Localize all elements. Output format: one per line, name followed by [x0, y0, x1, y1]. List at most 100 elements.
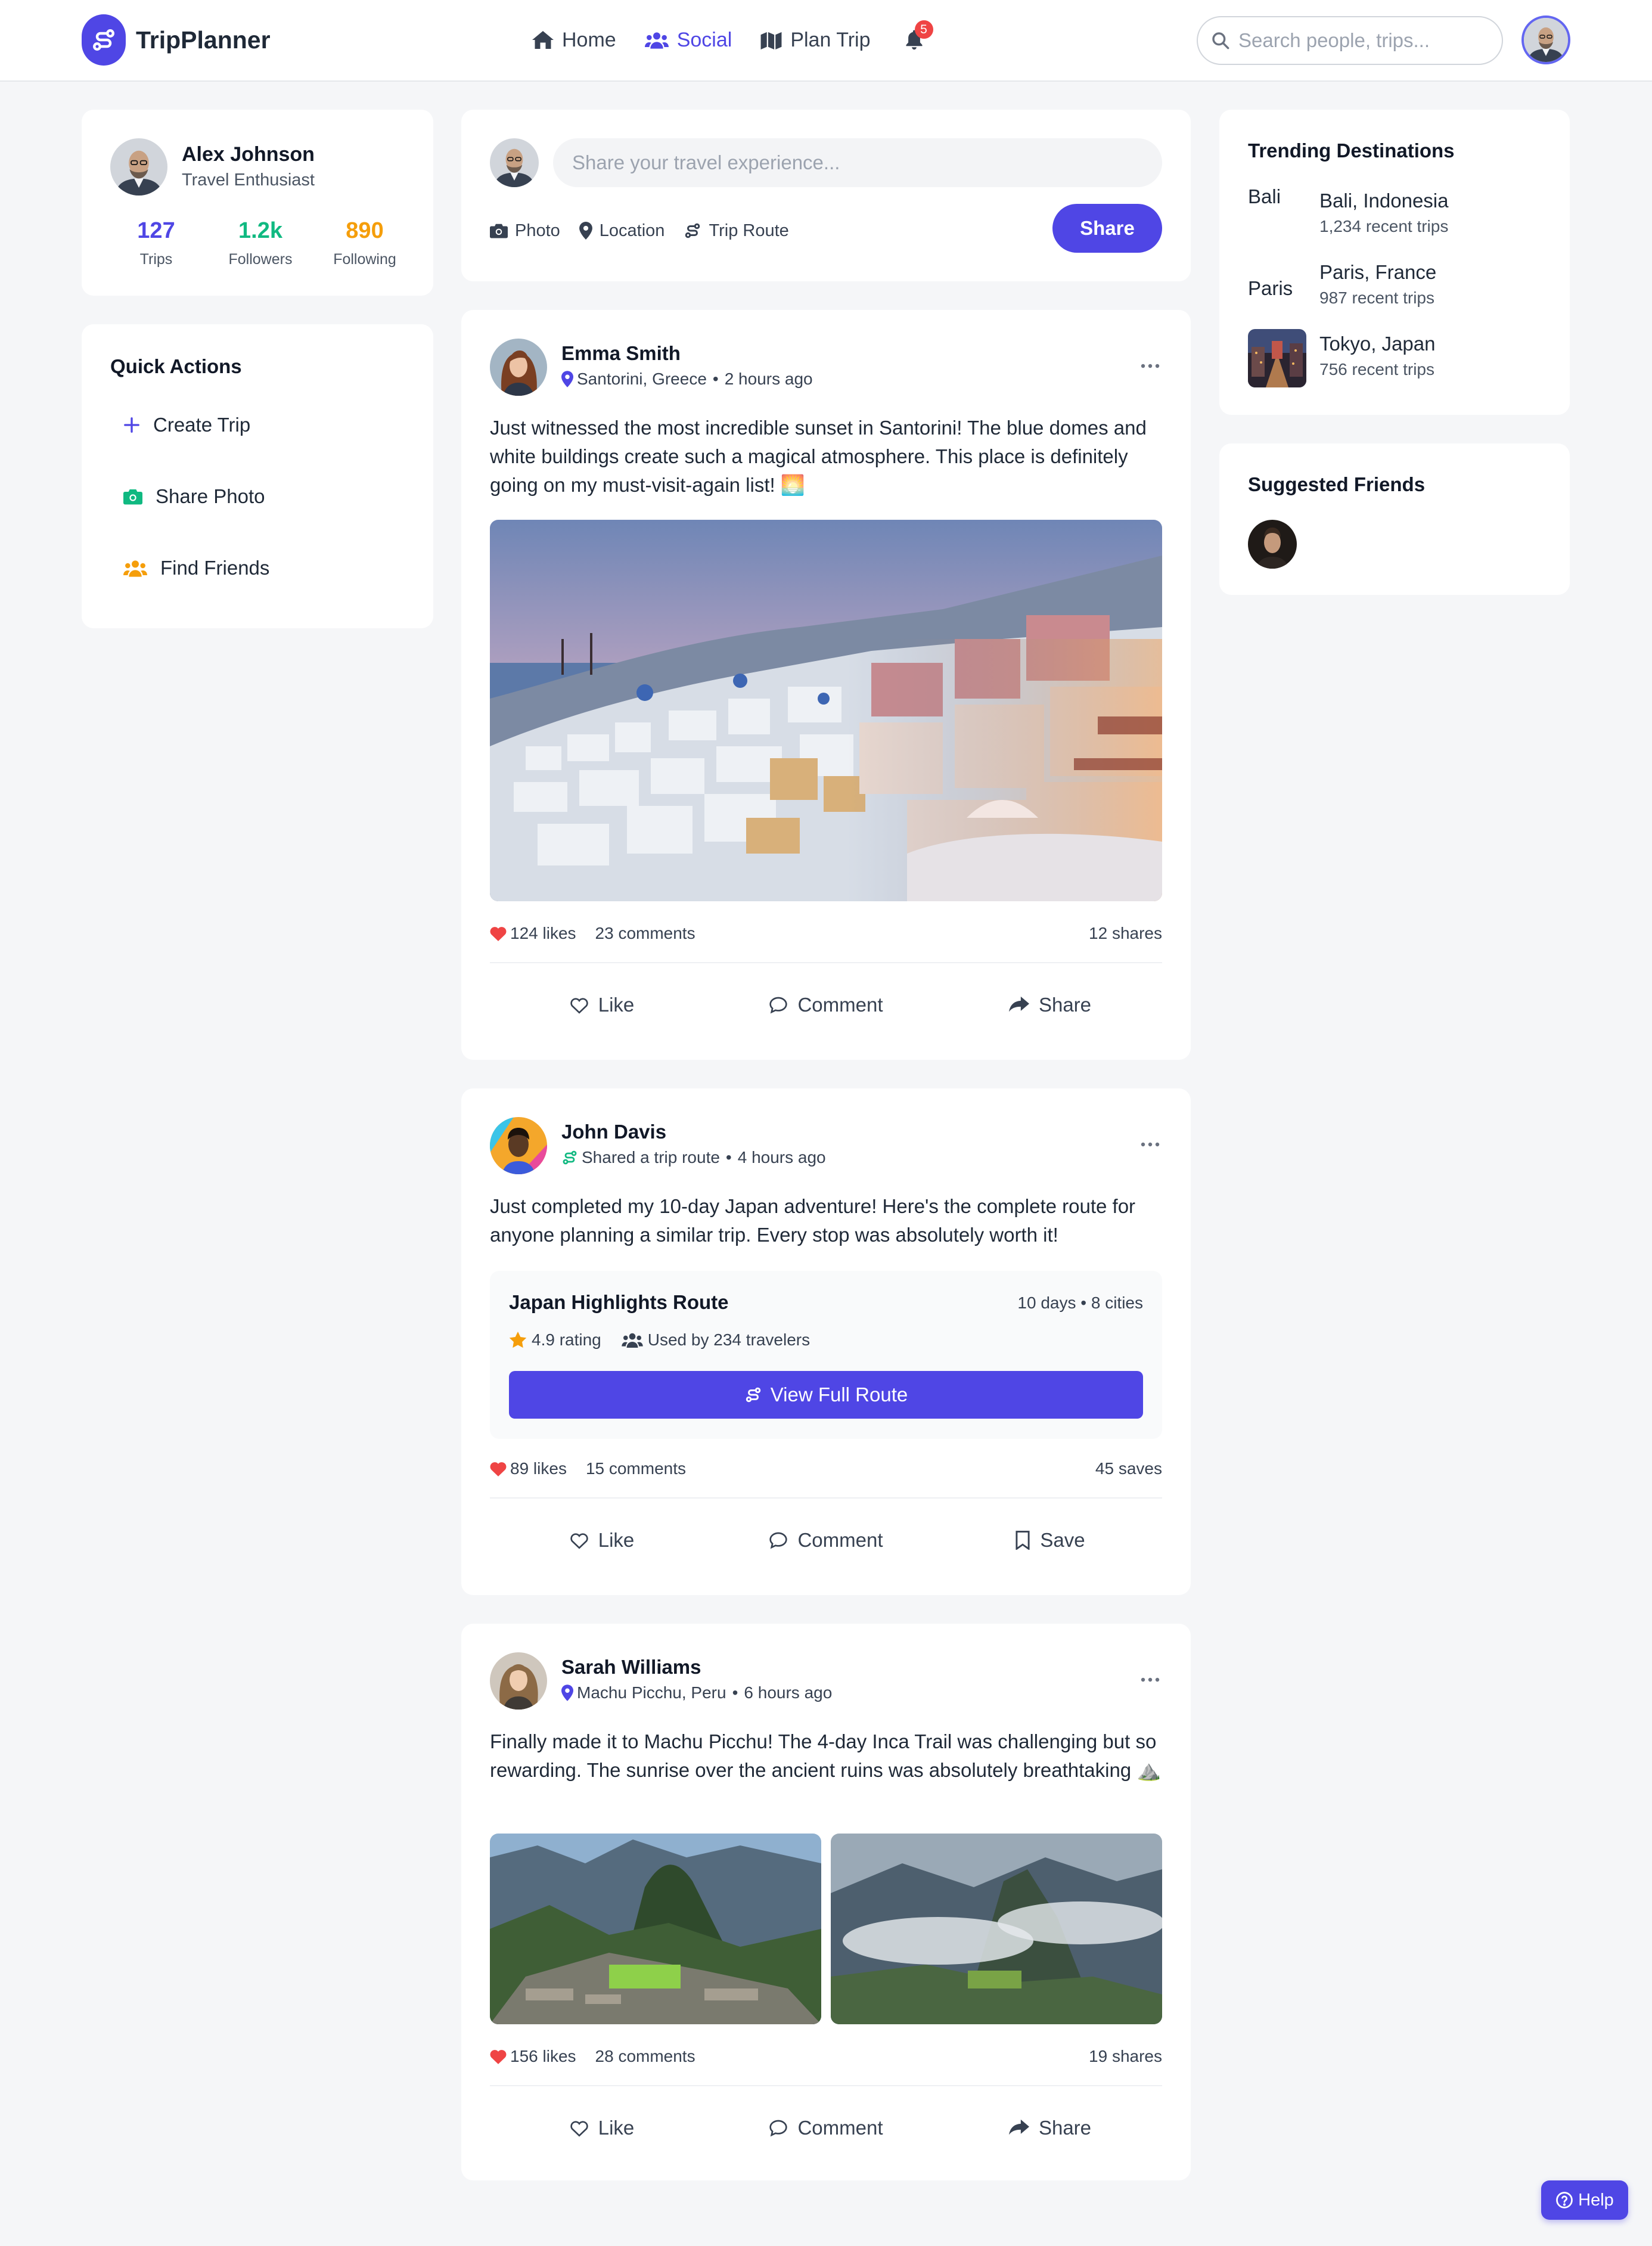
stat-label: Trips	[139, 251, 173, 268]
share-button[interactable]: Share	[938, 2110, 1162, 2146]
stat-value: 127	[137, 218, 175, 243]
comment-button[interactable]: Comment	[714, 1522, 938, 1558]
add-photo-button[interactable]: Photo	[490, 221, 560, 241]
user-avatar[interactable]	[1521, 15, 1570, 64]
stat-label: Followers	[228, 251, 293, 268]
comment-icon	[769, 997, 788, 1014]
like-label: Like	[598, 2117, 635, 2139]
divider	[490, 2085, 1162, 2086]
post-actions: Like Comment Save	[490, 1522, 1162, 1558]
comment-label: Comment	[797, 1529, 883, 1551]
add-trip-route-button[interactable]: Trip Route	[684, 221, 789, 241]
paris-thumbnail-alt: Paris	[1248, 277, 1293, 299]
plus-icon	[124, 417, 139, 433]
save-label: Save	[1040, 1529, 1085, 1551]
shares-count[interactable]: 19 shares	[1089, 2047, 1162, 2066]
bookmark-icon	[1016, 1531, 1030, 1550]
comment-button[interactable]: Comment	[714, 2110, 938, 2146]
map-icon	[760, 32, 782, 49]
likes-count[interactable]: 124 likes	[490, 924, 576, 943]
post-time: 2 hours ago	[724, 370, 813, 388]
destination-name: Bali, Indonesia	[1319, 190, 1449, 212]
post-author-name[interactable]: John Davis	[561, 1121, 666, 1143]
post-location[interactable]: Machu Picchu, Peru	[577, 1683, 726, 1702]
stat-following[interactable]: 890 Following	[314, 218, 415, 268]
stat-followers[interactable]: 1.2k Followers	[210, 218, 311, 268]
share-photo-button[interactable]: Share Photo	[123, 485, 265, 508]
trending-destinations-card: Trending Destinations Bali Bali, Indones…	[1219, 110, 1570, 415]
likes-count[interactable]: 156 likes	[490, 2047, 576, 2066]
like-button[interactable]: Like	[490, 987, 714, 1023]
post-actions: Like Comment Share	[490, 987, 1162, 1023]
comments-count[interactable]: 23 comments	[595, 924, 695, 943]
post-location[interactable]: Santorini, Greece	[577, 370, 707, 389]
comments-count[interactable]: 15 comments	[586, 1459, 686, 1478]
post-author-avatar[interactable]	[490, 1117, 547, 1174]
profile-role: Travel Enthusiast	[182, 170, 315, 190]
app-logo[interactable]: TripPlanner	[82, 14, 271, 66]
create-trip-button[interactable]: Create Trip	[123, 414, 250, 436]
search-box[interactable]	[1197, 16, 1503, 65]
composer-avatar	[490, 138, 539, 187]
post-card: John Davis Shared a trip route • 4 hours…	[461, 1088, 1191, 1595]
trending-item-paris[interactable]: Paris Paris, France 987 recent trips	[1248, 258, 1436, 316]
map-pin-icon	[561, 1684, 573, 1701]
like-label: Like	[598, 994, 635, 1016]
route-stats: 4.9 rating Used by 234 travelers	[509, 1330, 810, 1350]
add-location-label: Location	[599, 221, 665, 240]
machu-picchu-clouds-photo[interactable]	[831, 1834, 1162, 2024]
trending-item-bali[interactable]: Bali Bali, Indonesia 1,234 recent trips	[1248, 186, 1448, 244]
like-button[interactable]: Like	[490, 2110, 714, 2146]
more-options-icon[interactable]	[1138, 360, 1162, 372]
suggested-friend-avatar[interactable]	[1248, 520, 1297, 569]
like-button[interactable]: Like	[490, 1522, 714, 1558]
nav-social-label: Social	[676, 28, 732, 51]
find-friends-button[interactable]: Find Friends	[123, 557, 269, 579]
destination-trip-count: 987 recent trips	[1319, 288, 1434, 307]
profile-avatar[interactable]	[110, 138, 167, 196]
santorini-photo[interactable]	[490, 520, 1162, 901]
post-meta: Machu Picchu, Peru • 6 hours ago	[561, 1683, 832, 1702]
composer-input[interactable]	[553, 138, 1162, 187]
trip-route-card: Japan Highlights Route 10 days • 8 citie…	[490, 1271, 1162, 1439]
comment-button[interactable]: Comment	[714, 987, 938, 1023]
post-author-avatar[interactable]	[490, 1652, 547, 1710]
more-options-icon[interactable]	[1138, 1674, 1162, 1686]
stat-trips[interactable]: 127 Trips	[105, 218, 207, 268]
post-author-avatar[interactable]	[490, 339, 547, 396]
main-nav: Home Social Plan Trip 5	[532, 20, 933, 56]
destination-trip-count: 1,234 recent trips	[1319, 217, 1449, 235]
nav-home[interactable]: Home	[532, 29, 616, 52]
nav-home-label: Home	[562, 28, 616, 51]
profile-name[interactable]: Alex Johnson	[182, 143, 315, 166]
notifications-button[interactable]: 5	[899, 20, 933, 55]
meta-separator: •	[725, 1148, 732, 1167]
stat-value: 890	[346, 218, 384, 243]
add-location-button[interactable]: Location	[579, 221, 665, 241]
shares-count[interactable]: 12 shares	[1089, 924, 1162, 943]
share-post-button[interactable]: Share	[1052, 204, 1162, 253]
trending-title: Trending Destinations	[1248, 139, 1455, 162]
share-label: Share	[1038, 2117, 1092, 2139]
post-text: Just completed my 10-day Japan adventure…	[490, 1195, 1136, 1246]
view-full-route-button[interactable]: View Full Route	[509, 1371, 1143, 1419]
more-options-icon[interactable]	[1138, 1138, 1162, 1150]
share-button[interactable]: Share	[938, 987, 1162, 1023]
post-author-name[interactable]: Emma Smith	[561, 342, 681, 365]
nav-social[interactable]: Social	[644, 28, 732, 52]
likes-count[interactable]: 89 likes	[490, 1459, 567, 1478]
help-button[interactable]: Help	[1541, 2180, 1628, 2220]
save-button[interactable]: Save	[938, 1522, 1162, 1558]
saves-count[interactable]: 45 saves	[1095, 1459, 1162, 1478]
nav-plan-trip[interactable]: Plan Trip	[760, 29, 871, 52]
comments-count[interactable]: 28 comments	[595, 2047, 695, 2066]
post-author-name[interactable]: Sarah Williams	[561, 1656, 701, 1679]
tokyo-thumbnail	[1248, 329, 1306, 387]
search-input[interactable]	[1238, 29, 1483, 52]
post-composer: Photo Location Trip Route Share	[461, 110, 1191, 281]
find-friends-label: Find Friends	[160, 557, 270, 579]
machu-picchu-photo[interactable]	[490, 1834, 821, 2024]
trending-item-tokyo[interactable]: Tokyo, Japan 756 recent trips	[1248, 329, 1435, 387]
post-text: Finally made it to Machu Picchu! The 4-d…	[490, 1730, 1162, 1781]
share-photo-label: Share Photo	[156, 485, 265, 507]
